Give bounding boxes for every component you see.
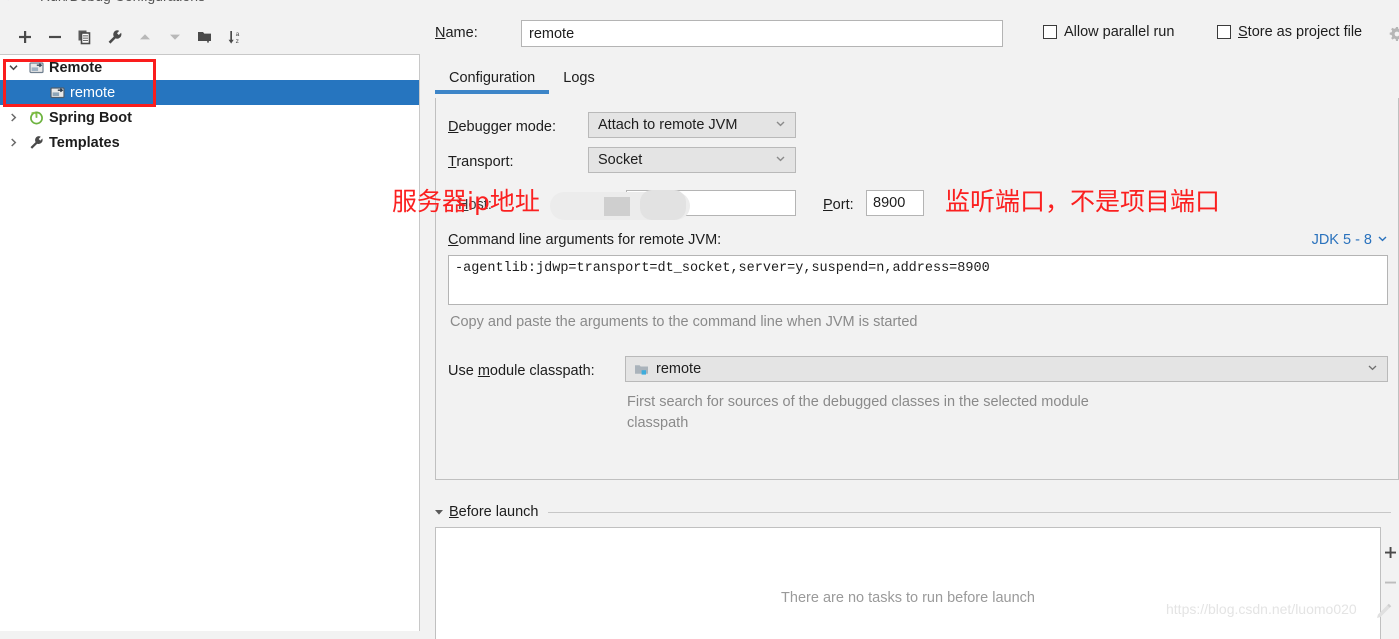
title-text-fragment: Run/Debug Configurations — [40, 0, 205, 4]
tree-node-label: Spring Boot — [49, 109, 132, 126]
name-label: Name: — [435, 25, 478, 41]
checkbox-box[interactable] — [1043, 25, 1057, 39]
chevron-down-icon — [775, 152, 786, 168]
tree-node-label: Templates — [49, 134, 120, 151]
tree-node-templates[interactable]: Templates — [0, 130, 419, 155]
tree-node-remote-config[interactable]: remote — [0, 80, 419, 105]
new-folder-icon[interactable] — [190, 23, 220, 51]
module-classpath-value: remote — [656, 361, 702, 377]
add-configuration-button[interactable] — [10, 23, 40, 51]
copy-configuration-button[interactable] — [70, 23, 100, 51]
before-launch-header[interactable]: Before launch — [429, 500, 1391, 524]
triangle-down-icon[interactable] — [429, 506, 449, 518]
debugger-mode-value: Attach to remote JVM — [598, 117, 738, 133]
jdk-version-link[interactable]: JDK 5 - 8 — [1312, 232, 1388, 248]
port-input[interactable] — [866, 190, 924, 216]
store-as-project-file-label: Store as project file — [1238, 24, 1363, 40]
tree-toolbar: a z — [0, 20, 420, 54]
chevron-down-icon[interactable] — [0, 62, 26, 73]
edit-templates-wrench-button[interactable] — [100, 23, 130, 51]
svg-text:z: z — [236, 38, 239, 45]
transport-dropdown[interactable]: Socket — [588, 147, 796, 173]
jvm-args-label: Command line arguments for remote JVM: — [448, 232, 722, 248]
svg-text:a: a — [236, 31, 240, 38]
idea-logo-fragment: ● — [4, 0, 12, 4]
transport-label: Transport: — [448, 154, 514, 170]
sort-alphabetically-icon[interactable]: a z — [220, 23, 250, 51]
configurations-tree[interactable]: Remote remote Spring Boot Templates — [0, 54, 420, 631]
debugger-mode-dropdown[interactable]: Attach to remote JVM — [588, 112, 796, 138]
tab-configuration[interactable]: Configuration — [435, 66, 550, 94]
chevron-down-icon — [775, 117, 786, 133]
module-classpath-dropdown[interactable]: remote — [625, 356, 1388, 382]
section-divider — [548, 511, 1391, 513]
before-launch-empty-text: There are no tasks to run before launch — [781, 590, 1035, 606]
configurations-left-panel: a z Remote remote Spring Boot Templates — [0, 8, 420, 631]
chevron-right-icon[interactable] — [0, 112, 26, 123]
name-input[interactable] — [521, 20, 1003, 47]
configuration-tab-panel: Debugger mode: Attach to remote JVM Tran… — [435, 98, 1399, 480]
host-label: Host: — [458, 197, 492, 213]
module-icon — [634, 362, 649, 377]
chevron-down-icon — [1377, 232, 1388, 248]
tree-node-label: remote — [70, 84, 116, 101]
before-launch-side-toolbar — [1382, 527, 1399, 639]
jvm-args-hint: Copy and paste the arguments to the comm… — [450, 314, 918, 330]
remote-config-icon — [26, 60, 46, 75]
host-input[interactable] — [626, 190, 796, 216]
remove-task-button[interactable] — [1382, 567, 1399, 597]
checkbox-box[interactable] — [1217, 25, 1231, 39]
gear-icon[interactable] — [1387, 25, 1399, 45]
tree-node-spring-boot[interactable]: Spring Boot — [0, 105, 419, 130]
window-title-sliver: ● Run/Debug Configurations — [0, 0, 1399, 8]
before-launch-title: Before launch — [449, 504, 539, 520]
remove-configuration-button[interactable] — [40, 23, 70, 51]
remote-config-icon — [47, 85, 67, 100]
chevron-down-icon — [1367, 361, 1378, 377]
config-tabs[interactable]: Configuration Logs — [435, 66, 609, 98]
chevron-right-icon[interactable] — [0, 137, 26, 148]
module-classpath-hint: First search for sources of the debugged… — [627, 394, 1089, 432]
debugger-mode-label: Debugger mode: — [448, 119, 557, 135]
port-label: Port: — [823, 197, 854, 213]
move-down-button[interactable] — [160, 23, 190, 51]
add-task-button[interactable] — [1382, 537, 1399, 567]
move-up-button[interactable] — [130, 23, 160, 51]
allow-parallel-run-label: Allow parallel run — [1064, 24, 1175, 40]
transport-value: Socket — [598, 152, 643, 168]
spring-boot-icon — [26, 110, 46, 125]
before-launch-tasks-panel[interactable]: There are no tasks to run before launch — [435, 527, 1381, 639]
store-as-project-file-checkbox[interactable]: Store as project file — [1217, 24, 1362, 40]
jvm-args-textarea[interactable]: -agentlib:jdwp=transport=dt_socket,serve… — [448, 255, 1388, 305]
wrench-icon — [26, 135, 46, 150]
jdk-version-label: JDK 5 - 8 — [1311, 232, 1372, 248]
tree-node-label: Remote — [49, 59, 103, 76]
allow-parallel-run-checkbox[interactable]: Allow parallel run — [1043, 24, 1174, 40]
configuration-main-panel: Name: Allow parallel run Store as projec… — [421, 8, 1399, 639]
module-classpath-label: Use module classpath: — [448, 363, 595, 379]
name-row: Name: Allow parallel run Store as projec… — [435, 20, 1399, 48]
tab-logs[interactable]: Logs — [549, 66, 608, 94]
tree-node-remote-group[interactable]: Remote — [0, 55, 419, 80]
